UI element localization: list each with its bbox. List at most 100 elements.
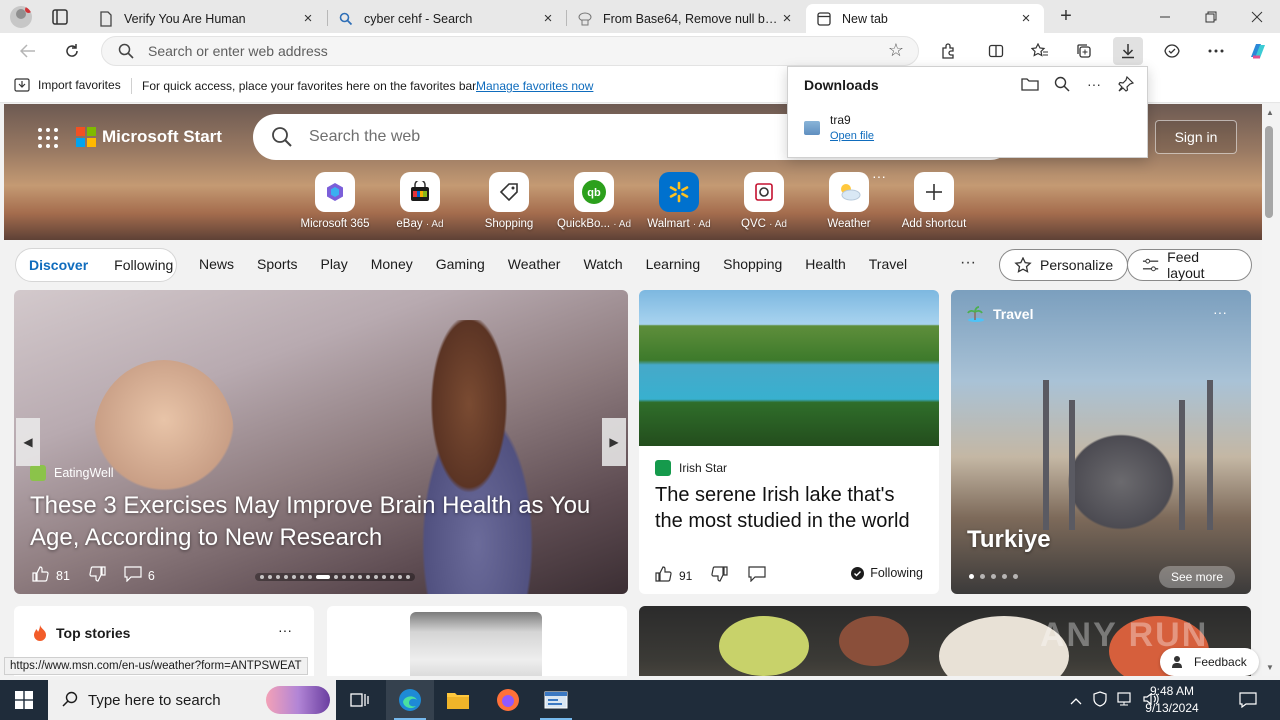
comment-icon[interactable] <box>748 566 766 585</box>
firefox-icon[interactable] <box>484 680 532 720</box>
file-explorer-icon[interactable] <box>434 680 482 720</box>
edge-app-icon[interactable] <box>386 680 434 720</box>
back-arrow-icon[interactable] <box>14 39 42 63</box>
tab-close-icon[interactable]: × <box>1018 10 1034 27</box>
tray-overflow-chevron-icon[interactable] <box>1070 693 1082 708</box>
nav-news[interactable]: News <box>199 256 234 272</box>
tab-verify[interactable]: Verify You Are Human × <box>88 4 326 33</box>
card-menu-icon[interactable]: ··· <box>278 622 292 638</box>
more-options-icon[interactable]: ··· <box>1085 75 1103 93</box>
dislike-thumb-icon[interactable] <box>88 565 106 586</box>
nav-sports[interactable]: Sports <box>257 256 297 272</box>
feed-layout-button[interactable]: Feed layout <box>1127 249 1252 281</box>
address-input[interactable] <box>148 42 848 60</box>
import-favorites-button[interactable]: Import favorites <box>14 78 121 92</box>
favorites-icon[interactable] <box>1026 38 1054 64</box>
shortcut-qvc[interactable]: QVC · Ad <box>724 172 804 230</box>
travel-title[interactable]: Turkiye <box>967 526 1051 554</box>
microsoft-start-logo[interactable]: Microsoft Start <box>76 127 222 147</box>
download-item[interactable]: tra9 Open file <box>804 113 874 142</box>
lake-article-card[interactable]: Irish Star The serene Irish lake that's … <box>639 290 939 594</box>
close-window-icon[interactable] <box>1234 0 1280 33</box>
like-thumb-icon[interactable] <box>655 565 673 586</box>
tab-search[interactable]: cyber cehf - Search × <box>328 4 566 33</box>
nav-travel[interactable]: Travel <box>869 256 907 272</box>
extensions-icon[interactable] <box>934 38 962 64</box>
tab-actions-icon[interactable] <box>48 6 72 28</box>
nav-shopping[interactable]: Shopping <box>723 256 782 272</box>
nav-money[interactable]: Money <box>371 256 413 272</box>
travel-card[interactable]: Travel ··· Turkiye See more <box>951 290 1251 594</box>
shortcut-ebay[interactable]: eBay · Ad <box>380 172 460 230</box>
notification-center-icon[interactable] <box>1230 680 1266 720</box>
browser-essentials-icon[interactable] <box>1158 38 1186 64</box>
tab-cyberchef[interactable]: From Base64, Remove null bytes × <box>567 4 805 33</box>
pin-icon[interactable] <box>1117 75 1135 93</box>
favorite-star-icon[interactable]: ☆ <box>888 40 904 61</box>
defender-icon[interactable] <box>1092 690 1108 710</box>
downloads-icon[interactable] <box>1113 37 1143 65</box>
search-icon[interactable] <box>1053 75 1071 93</box>
profile-avatar[interactable] <box>10 6 32 28</box>
shortcut-walmart[interactable]: Walmart · Ad <box>639 172 719 230</box>
comment-icon[interactable] <box>124 566 142 585</box>
printer-ad-card[interactable] <box>327 606 627 676</box>
page-scrollbar[interactable]: ▲ ▼ <box>1262 104 1280 676</box>
tab-discover[interactable]: Discover <box>16 257 101 273</box>
new-tab-plus-icon[interactable]: + <box>1056 6 1076 26</box>
address-bar[interactable]: ☆ <box>101 36 919 66</box>
nav-gaming[interactable]: Gaming <box>436 256 485 272</box>
shortcut-quickbooks[interactable]: qb QuickBo... · Ad <box>554 172 634 230</box>
tab-close-icon[interactable]: × <box>300 10 316 27</box>
tab-newtab[interactable]: New tab × <box>806 4 1044 33</box>
see-more-button[interactable]: See more <box>1158 566 1235 588</box>
windows-start-icon[interactable] <box>0 680 48 720</box>
network-icon[interactable] <box>1116 691 1134 710</box>
copilot-icon[interactable] <box>1244 38 1272 64</box>
carousel-pager[interactable] <box>255 573 415 581</box>
tab-close-icon[interactable]: × <box>540 10 556 27</box>
feedback-button[interactable]: Feedback <box>1160 648 1259 676</box>
nav-watch[interactable]: Watch <box>583 256 622 272</box>
like-thumb-icon[interactable] <box>32 565 50 586</box>
open-folder-icon[interactable] <box>1021 75 1039 93</box>
personalize-button[interactable]: Personalize <box>999 249 1129 281</box>
collections-icon[interactable] <box>1070 38 1098 64</box>
nav-more-icon[interactable]: ··· <box>960 254 976 272</box>
restore-icon[interactable] <box>1188 0 1234 33</box>
nav-health[interactable]: Health <box>805 256 845 272</box>
hero-article-card[interactable]: EatingWell These 3 Exercises May Improve… <box>14 290 628 594</box>
web-search-input[interactable] <box>309 127 749 147</box>
nav-learning[interactable]: Learning <box>646 256 701 272</box>
tab-close-icon[interactable]: × <box>779 10 795 27</box>
taskbar-search-box[interactable]: Type here to search <box>48 680 336 720</box>
article-headline[interactable]: These 3 Exercises May Improve Brain Heal… <box>30 490 610 554</box>
article-headline[interactable]: The serene Irish lake that's the most st… <box>655 482 925 534</box>
following-status[interactable]: Following <box>851 566 923 580</box>
shortcut-more-icon[interactable]: ··· <box>872 168 886 184</box>
split-screen-icon[interactable] <box>982 38 1010 64</box>
travel-pager[interactable] <box>969 574 1018 579</box>
task-view-icon[interactable] <box>336 680 384 720</box>
scroll-up-icon[interactable]: ▲ <box>1266 108 1274 117</box>
scroll-thumb[interactable] <box>1265 126 1273 218</box>
tab-following[interactable]: Following <box>101 257 186 273</box>
nav-play[interactable]: Play <box>320 256 347 272</box>
shortcut-microsoft365[interactable]: Microsoft 365 <box>295 172 375 230</box>
card-menu-icon[interactable]: ··· <box>1213 304 1227 320</box>
carousel-next-icon[interactable]: ▶ <box>602 418 626 466</box>
carousel-prev-icon[interactable]: ◀ <box>16 418 40 466</box>
taskbar-clock[interactable]: 9:48 AM 9/13/2024 <box>1138 683 1206 717</box>
app-window-icon[interactable] <box>532 680 580 720</box>
refresh-icon[interactable] <box>58 39 86 63</box>
open-file-link[interactable]: Open file <box>830 130 874 142</box>
scroll-down-icon[interactable]: ▼ <box>1266 663 1274 672</box>
nav-weather[interactable]: Weather <box>508 256 561 272</box>
shortcut-shopping[interactable]: Shopping <box>469 172 549 230</box>
app-launcher-icon[interactable] <box>38 128 58 148</box>
manage-favorites-link[interactable]: Manage favorites now <box>476 79 593 93</box>
settings-more-icon[interactable] <box>1202 38 1230 64</box>
sign-in-button[interactable]: Sign in <box>1155 120 1237 154</box>
dislike-thumb-icon[interactable] <box>710 565 728 586</box>
minimize-icon[interactable] <box>1142 0 1188 33</box>
